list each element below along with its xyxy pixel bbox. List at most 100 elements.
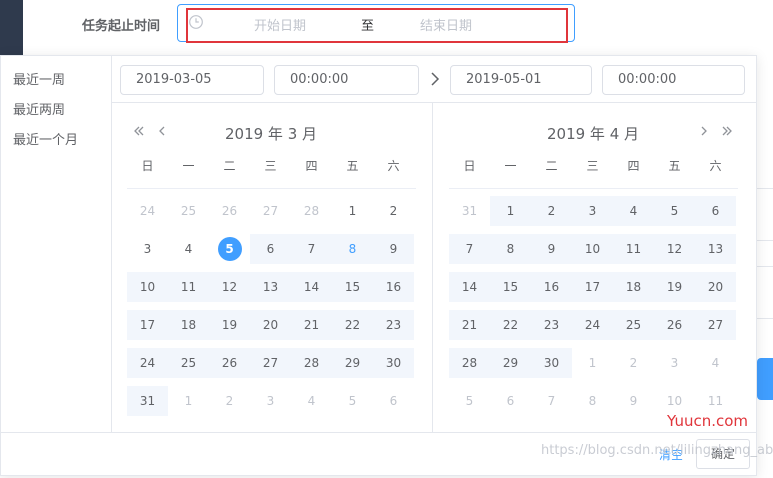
date-cell[interactable]: 8 [332, 234, 373, 264]
date-cell[interactable]: 1 [332, 196, 373, 226]
weekday-label: 六 [387, 159, 400, 173]
weekday-label: 四 [305, 159, 318, 173]
date-cell[interactable]: 11 [168, 272, 209, 302]
date-cell[interactable]: 20 [250, 310, 291, 340]
date-cell[interactable]: 4 [291, 386, 332, 416]
date-cell[interactable]: 18 [613, 272, 654, 302]
date-cell[interactable]: 8 [490, 234, 531, 264]
date-cell[interactable]: 23 [531, 310, 572, 340]
date-cell[interactable]: 5 [209, 234, 250, 264]
date-cell[interactable]: 28 [449, 348, 490, 378]
date-cell[interactable]: 29 [332, 348, 373, 378]
prev-month-icon[interactable] [155, 124, 169, 138]
date-cell[interactable]: 15 [490, 272, 531, 302]
end-time-input[interactable]: 00:00:00 [602, 65, 745, 95]
date-cell[interactable]: 31 [449, 196, 490, 226]
date-cell[interactable]: 30 [531, 348, 572, 378]
date-cell[interactable]: 28 [291, 348, 332, 378]
date-cell[interactable]: 21 [449, 310, 490, 340]
date-cell[interactable]: 6 [490, 386, 531, 416]
date-cell[interactable]: 23 [373, 310, 414, 340]
next-month-icon[interactable] [697, 124, 711, 138]
date-cell[interactable]: 25 [168, 196, 209, 226]
date-cell[interactable]: 4 [695, 348, 736, 378]
next-year-icon[interactable] [720, 124, 734, 138]
date-cell[interactable]: 3 [654, 348, 695, 378]
date-cell[interactable]: 27 [695, 310, 736, 340]
date-cell[interactable]: 21 [291, 310, 332, 340]
end-date-placeholder[interactable]: 结束日期 [420, 15, 472, 34]
date-cell[interactable]: 7 [449, 234, 490, 264]
date-cell[interactable]: 15 [332, 272, 373, 302]
date-cell[interactable]: 1 [572, 348, 613, 378]
prev-year-icon[interactable] [132, 124, 146, 138]
date-cell[interactable]: 24 [127, 348, 168, 378]
date-cell[interactable]: 3 [250, 386, 291, 416]
date-cell[interactable]: 5 [449, 386, 490, 416]
date-cell[interactable]: 31 [127, 386, 168, 416]
date-cell[interactable]: 27 [250, 348, 291, 378]
date-cell[interactable]: 24 [572, 310, 613, 340]
date-cell[interactable]: 17 [127, 310, 168, 340]
date-cell[interactable]: 14 [291, 272, 332, 302]
date-cell[interactable]: 10 [572, 234, 613, 264]
date-cell[interactable]: 5 [332, 386, 373, 416]
date-cell[interactable]: 2 [531, 196, 572, 226]
date-cell[interactable]: 2 [613, 348, 654, 378]
shortcut-last-two-weeks[interactable]: 最近两周 [13, 99, 65, 118]
start-time-input[interactable]: 00:00:00 [274, 65, 419, 95]
date-cell[interactable]: 24 [127, 196, 168, 226]
date-cell[interactable]: 4 [613, 196, 654, 226]
start-date-placeholder[interactable]: 开始日期 [254, 15, 306, 34]
date-cell[interactable]: 3 [572, 196, 613, 226]
date-cell[interactable]: 19 [654, 272, 695, 302]
date-cell[interactable]: 26 [209, 196, 250, 226]
date-cell[interactable]: 6 [250, 234, 291, 264]
date-cell[interactable]: 30 [373, 348, 414, 378]
date-cell[interactable]: 2 [209, 386, 250, 416]
date-cell[interactable]: 19 [209, 310, 250, 340]
date-cell[interactable]: 6 [373, 386, 414, 416]
date-cell[interactable]: 9 [613, 386, 654, 416]
date-cell[interactable]: 3 [127, 234, 168, 264]
date-cell[interactable]: 29 [490, 348, 531, 378]
shortcut-last-month[interactable]: 最近一个月 [13, 129, 78, 148]
watermark-brand: Yuucn.com [664, 412, 752, 430]
start-date-input[interactable]: 2019-03-05 [120, 65, 264, 95]
date-cell[interactable]: 26 [654, 310, 695, 340]
date-cell[interactable]: 17 [572, 272, 613, 302]
date-cell[interactable]: 14 [449, 272, 490, 302]
date-cell[interactable]: 5 [654, 196, 695, 226]
date-cell[interactable]: 25 [613, 310, 654, 340]
date-cell[interactable]: 18 [168, 310, 209, 340]
weekday-label: 二 [545, 159, 558, 173]
date-cell[interactable]: 2 [373, 196, 414, 226]
date-cell[interactable]: 1 [168, 386, 209, 416]
date-cell[interactable]: 7 [531, 386, 572, 416]
shortcut-last-week[interactable]: 最近一周 [13, 69, 65, 88]
date-cell[interactable]: 11 [613, 234, 654, 264]
date-cell[interactable]: 16 [531, 272, 572, 302]
date-cell[interactable]: 13 [695, 234, 736, 264]
date-cell[interactable]: 1 [490, 196, 531, 226]
date-cell[interactable]: 9 [531, 234, 572, 264]
date-cell[interactable]: 20 [695, 272, 736, 302]
date-cell[interactable]: 7 [291, 234, 332, 264]
date-cell[interactable]: 22 [490, 310, 531, 340]
date-cell[interactable]: 28 [291, 196, 332, 226]
date-range-input[interactable]: 开始日期 至 结束日期 [177, 4, 575, 42]
date-cell[interactable]: 8 [572, 386, 613, 416]
date-cell[interactable]: 26 [209, 348, 250, 378]
date-cell[interactable]: 6 [695, 196, 736, 226]
date-cell[interactable]: 22 [332, 310, 373, 340]
end-date-input[interactable]: 2019-05-01 [450, 65, 592, 95]
date-cell[interactable]: 27 [250, 196, 291, 226]
date-cell[interactable]: 9 [373, 234, 414, 264]
date-cell[interactable]: 13 [250, 272, 291, 302]
date-cell[interactable]: 25 [168, 348, 209, 378]
date-cell[interactable]: 10 [127, 272, 168, 302]
date-cell[interactable]: 16 [373, 272, 414, 302]
date-cell[interactable]: 12 [209, 272, 250, 302]
date-cell[interactable]: 12 [654, 234, 695, 264]
date-cell[interactable]: 4 [168, 234, 209, 264]
